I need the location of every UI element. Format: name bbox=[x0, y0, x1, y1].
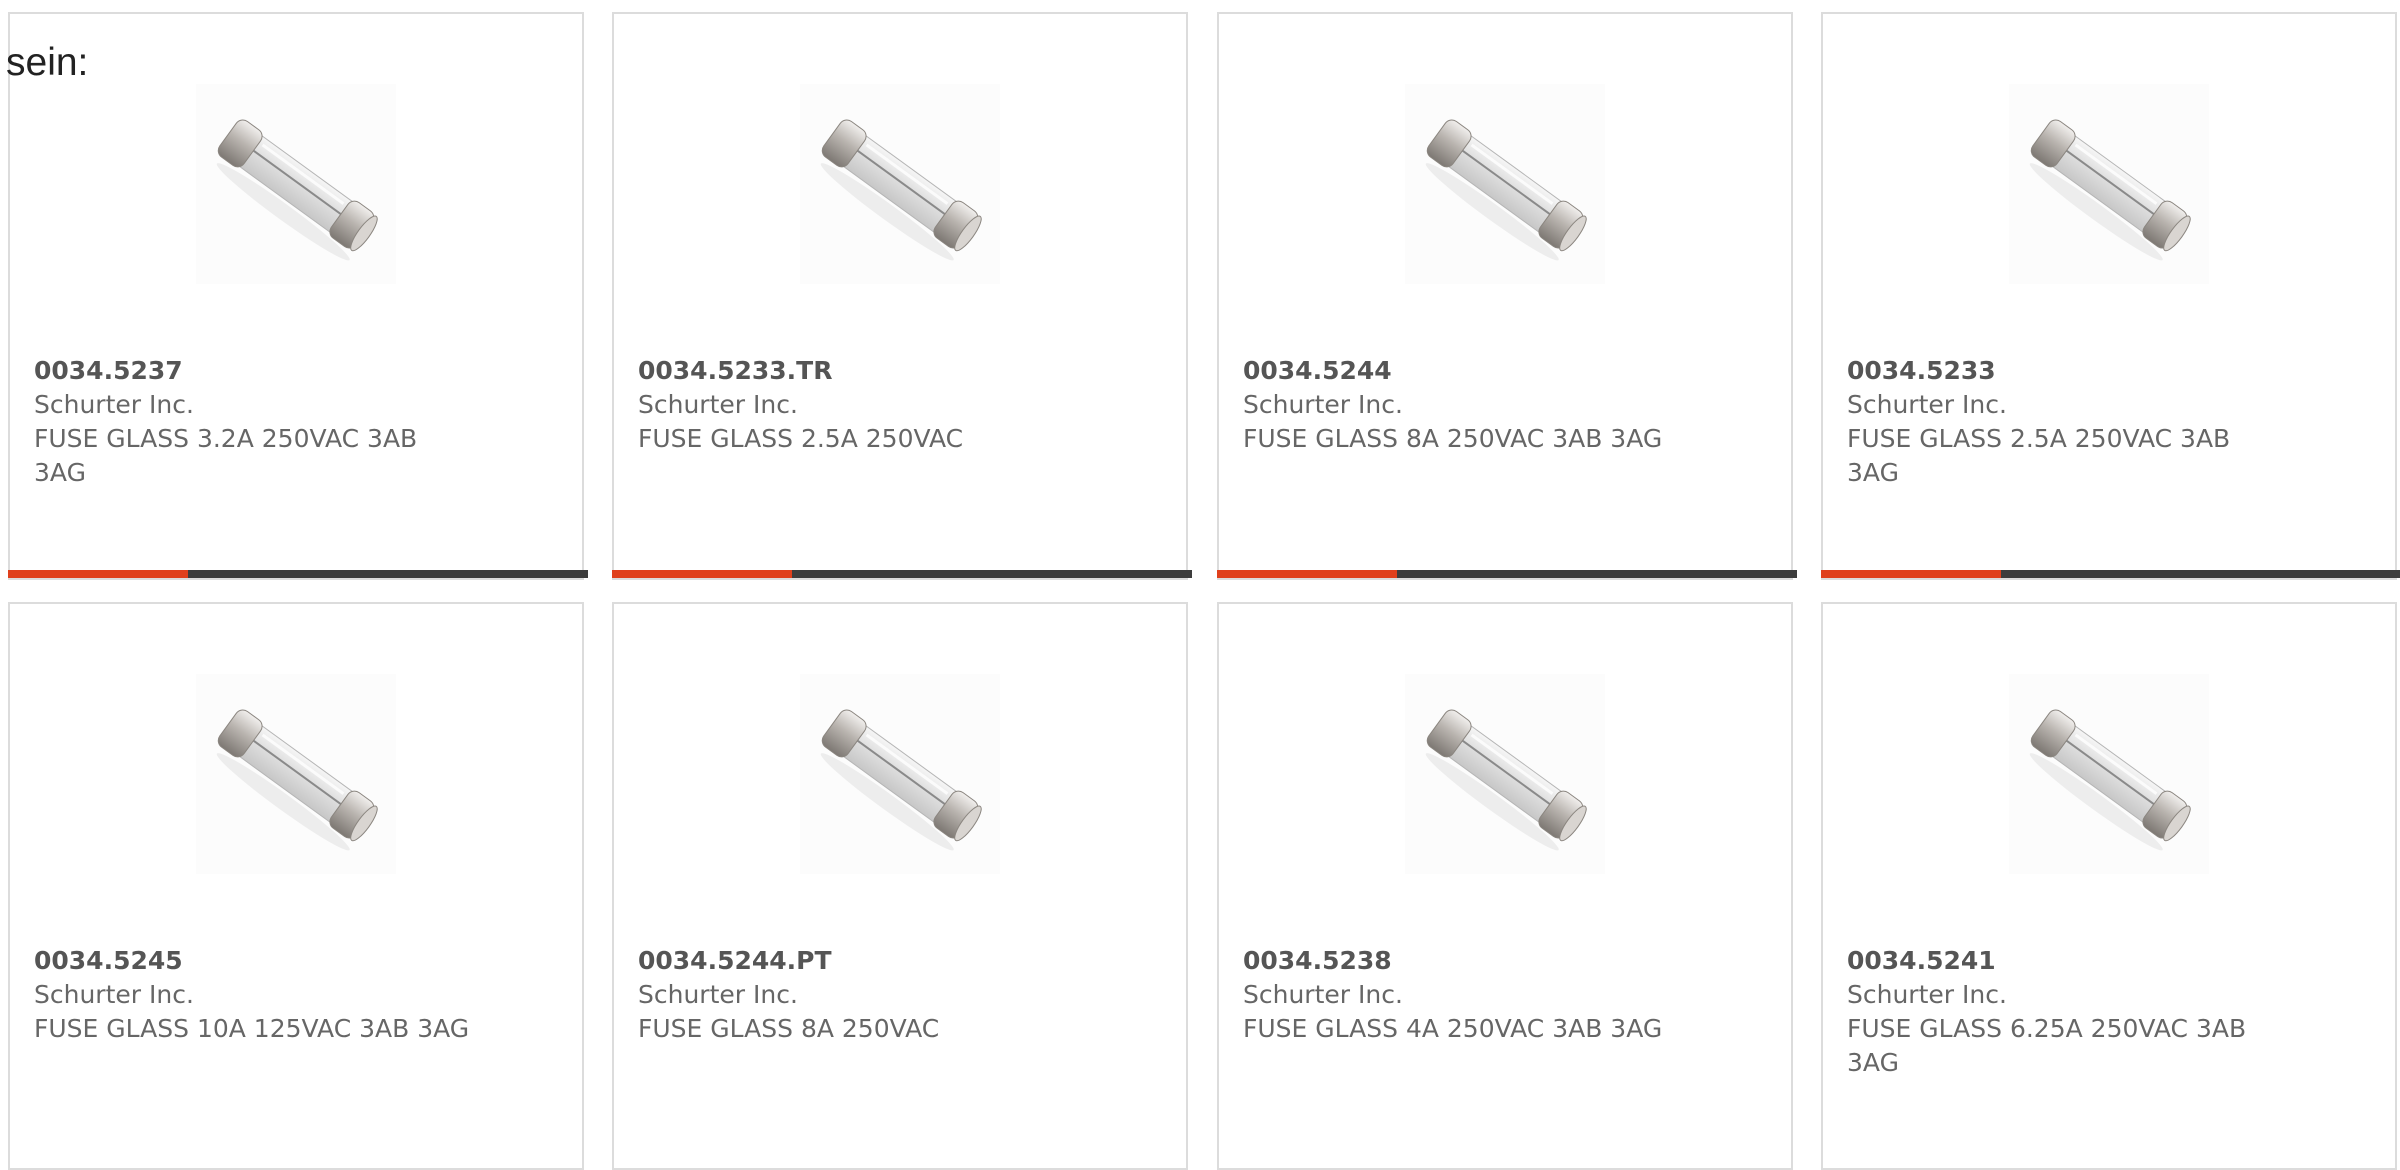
card-progress-bar bbox=[1217, 570, 1797, 578]
glass-fuse-icon bbox=[820, 119, 982, 261]
manufacturer-name: Schurter Inc. bbox=[34, 980, 194, 1009]
card-progress-bar bbox=[612, 570, 1192, 578]
product-card[interactable]: 0034.5245 Schurter Inc. FUSE GLASS 10A 1… bbox=[8, 602, 584, 1170]
product-description: FUSE GLASS 6.25A 250VAC 3AB 3AG bbox=[1847, 1014, 2247, 1077]
manufacturer-name: Schurter Inc. bbox=[1847, 390, 2007, 419]
product-info: 0034.5238 Schurter Inc. FUSE GLASS 4A 25… bbox=[1243, 944, 1683, 1046]
card-progress-bar bbox=[8, 570, 588, 578]
part-number-link[interactable]: 0034.5237 bbox=[34, 354, 474, 388]
product-description: FUSE GLASS 3.2A 250VAC 3AB 3AG bbox=[34, 424, 418, 487]
part-number-link[interactable]: 0034.5233 bbox=[1847, 354, 2287, 388]
part-number-link[interactable]: 0034.5245 bbox=[34, 944, 474, 978]
glass-fuse-icon bbox=[1425, 119, 1587, 261]
product-card[interactable]: 0034.5238 Schurter Inc. FUSE GLASS 4A 25… bbox=[1217, 602, 1793, 1170]
product-info: 0034.5244 Schurter Inc. FUSE GLASS 8A 25… bbox=[1243, 354, 1683, 456]
manufacturer-name: Schurter Inc. bbox=[638, 980, 798, 1009]
product-description: FUSE GLASS 10A 125VAC 3AB 3AG bbox=[34, 1014, 470, 1043]
glass-fuse-icon bbox=[2029, 119, 2191, 261]
intro-text: sein: bbox=[6, 41, 89, 84]
card-progress-fill bbox=[612, 570, 792, 578]
product-image[interactable] bbox=[196, 84, 396, 284]
product-description: FUSE GLASS 8A 250VAC 3AB 3AG bbox=[1243, 424, 1663, 453]
product-info: 0034.5241 Schurter Inc. FUSE GLASS 6.25A… bbox=[1847, 944, 2287, 1080]
product-card[interactable]: 0034.5241 Schurter Inc. FUSE GLASS 6.25A… bbox=[1821, 602, 2397, 1170]
manufacturer-name: Schurter Inc. bbox=[638, 390, 798, 419]
part-number-link[interactable]: 0034.5233.TR bbox=[638, 354, 1078, 388]
product-description: FUSE GLASS 8A 250VAC bbox=[638, 1014, 940, 1043]
card-progress-fill bbox=[1821, 570, 2001, 578]
glass-fuse-icon bbox=[216, 119, 378, 261]
glass-fuse-icon bbox=[2029, 709, 2191, 851]
part-number-link[interactable]: 0034.5244.PT bbox=[638, 944, 1078, 978]
part-number-link[interactable]: 0034.5241 bbox=[1847, 944, 2287, 978]
product-info: 0034.5237 Schurter Inc. FUSE GLASS 3.2A … bbox=[34, 354, 474, 490]
product-image[interactable] bbox=[2009, 84, 2209, 284]
product-image[interactable] bbox=[196, 674, 396, 874]
manufacturer-name: Schurter Inc. bbox=[34, 390, 194, 419]
manufacturer-name: Schurter Inc. bbox=[1243, 390, 1403, 419]
manufacturer-name: Schurter Inc. bbox=[1847, 980, 2007, 1009]
manufacturer-name: Schurter Inc. bbox=[1243, 980, 1403, 1009]
product-image[interactable] bbox=[1405, 674, 1605, 874]
product-image[interactable] bbox=[2009, 674, 2209, 874]
product-description: FUSE GLASS 2.5A 250VAC 3AB 3AG bbox=[1847, 424, 2231, 487]
product-image[interactable] bbox=[800, 84, 1000, 284]
product-card[interactable]: 0034.5233 Schurter Inc. FUSE GLASS 2.5A … bbox=[1821, 12, 2400, 580]
card-progress-bar bbox=[1821, 570, 2400, 578]
product-card[interactable]: 0034.5244.PT Schurter Inc. FUSE GLASS 8A… bbox=[612, 602, 1188, 1170]
product-card[interactable]: 0034.5237 Schurter Inc. FUSE GLASS 3.2A … bbox=[8, 12, 588, 580]
product-info: 0034.5244.PT Schurter Inc. FUSE GLASS 8A… bbox=[638, 944, 1078, 1046]
product-info: 0034.5245 Schurter Inc. FUSE GLASS 10A 1… bbox=[34, 944, 474, 1046]
glass-fuse-icon bbox=[820, 709, 982, 851]
glass-fuse-icon bbox=[1425, 709, 1587, 851]
product-info: 0034.5233.TR Schurter Inc. FUSE GLASS 2.… bbox=[638, 354, 1078, 456]
card-progress-fill bbox=[8, 570, 188, 578]
product-image[interactable] bbox=[1405, 84, 1605, 284]
product-card[interactable]: 0034.5233.TR Schurter Inc. FUSE GLASS 2.… bbox=[612, 12, 1192, 580]
glass-fuse-icon bbox=[216, 709, 378, 851]
product-card[interactable]: 0034.5244 Schurter Inc. FUSE GLASS 8A 25… bbox=[1217, 12, 1797, 580]
part-number-link[interactable]: 0034.5238 bbox=[1243, 944, 1683, 978]
product-description: FUSE GLASS 4A 250VAC 3AB 3AG bbox=[1243, 1014, 1663, 1043]
product-description: FUSE GLASS 2.5A 250VAC bbox=[638, 424, 964, 453]
part-number-link[interactable]: 0034.5244 bbox=[1243, 354, 1683, 388]
card-progress-fill bbox=[1217, 570, 1397, 578]
product-image[interactable] bbox=[800, 674, 1000, 874]
product-info: 0034.5233 Schurter Inc. FUSE GLASS 2.5A … bbox=[1847, 354, 2287, 490]
